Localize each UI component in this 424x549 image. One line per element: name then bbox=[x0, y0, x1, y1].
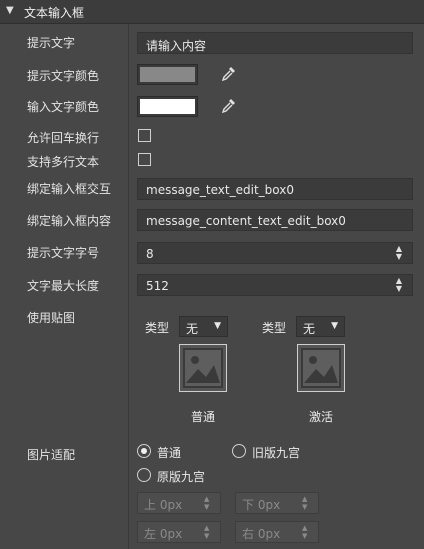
chevron-down-icon: ▼ bbox=[214, 321, 221, 331]
bind-interact-input[interactable]: message_text_edit_box0 bbox=[137, 178, 413, 200]
radio-original-nine[interactable] bbox=[137, 468, 151, 482]
texture-label: 使用贴图 bbox=[27, 311, 76, 325]
hint-color-fill bbox=[140, 67, 195, 82]
spinner-icon[interactable]: ▲ ▼ bbox=[394, 245, 404, 261]
padding-bottom-label: 下 bbox=[242, 498, 255, 512]
hint-color-swatch[interactable] bbox=[137, 64, 198, 85]
bind-content-label: 绑定输入框内容 bbox=[27, 214, 112, 228]
padding-top-input[interactable]: 上 0px ▲ ▼ bbox=[137, 492, 221, 514]
spinner-icon[interactable]: ▲ ▼ bbox=[302, 524, 307, 540]
radio-legacy-nine[interactable] bbox=[232, 444, 246, 458]
bind-interact-label: 绑定输入框交互 bbox=[27, 182, 112, 196]
chevron-down-icon: ▼ bbox=[331, 321, 338, 331]
active-image-slot[interactable] bbox=[297, 344, 345, 392]
normal-caption: 普通 bbox=[190, 410, 215, 424]
active-type-value: 无 bbox=[303, 322, 316, 336]
panel-title: 文本输入框 bbox=[24, 6, 85, 20]
eyedropper-icon[interactable] bbox=[219, 97, 237, 115]
input-color-fill bbox=[140, 99, 195, 114]
spinner-icon[interactable]: ▲ ▼ bbox=[394, 277, 404, 293]
padding-left-value: 0px bbox=[159, 527, 183, 541]
hint-text-label: 提示文字 bbox=[27, 36, 76, 50]
hint-text-input[interactable]: 请输入内容 bbox=[137, 32, 413, 54]
normal-type-select[interactable]: 无 ▼ bbox=[179, 316, 228, 337]
hint-color-label: 提示文字颜色 bbox=[27, 69, 100, 83]
padding-right-value: 0px bbox=[257, 527, 281, 541]
bind-content-input[interactable]: message_content_text_edit_box0 bbox=[137, 209, 413, 231]
max-length-input[interactable]: 512 bbox=[137, 274, 413, 296]
image-icon bbox=[301, 348, 341, 388]
padding-top-label: 上 bbox=[144, 498, 157, 512]
spinner-icon[interactable]: ▲ ▼ bbox=[204, 495, 209, 511]
allow-enter-label: 允许回车换行 bbox=[27, 131, 100, 145]
radio-normal-label[interactable]: 普通 bbox=[157, 444, 181, 461]
hint-font-size-label: 提示文字字号 bbox=[27, 246, 100, 260]
radio-original-nine-label[interactable]: 原版九宫 bbox=[157, 468, 205, 485]
active-caption: 激活 bbox=[308, 410, 333, 424]
radio-legacy-nine-label[interactable]: 旧版九宫 bbox=[252, 444, 300, 461]
multiline-label: 支持多行文本 bbox=[27, 155, 100, 169]
normal-type-label: 类型 bbox=[145, 321, 170, 335]
eyedropper-icon[interactable] bbox=[219, 65, 237, 83]
normal-image-slot[interactable] bbox=[179, 344, 227, 392]
radio-normal[interactable] bbox=[137, 444, 151, 458]
column-divider bbox=[128, 24, 129, 549]
padding-top-value: 0px bbox=[159, 498, 183, 512]
collapse-icon[interactable]: ▼ bbox=[6, 5, 14, 16]
multiline-checkbox[interactable] bbox=[138, 153, 151, 166]
hint-font-size-input[interactable]: 8 bbox=[137, 242, 413, 264]
allow-enter-checkbox[interactable] bbox=[138, 129, 151, 142]
image-icon bbox=[183, 348, 223, 388]
spinner-icon[interactable]: ▲ ▼ bbox=[302, 495, 307, 511]
normal-type-value: 无 bbox=[186, 322, 199, 336]
active-type-select[interactable]: 无 ▼ bbox=[296, 316, 345, 337]
padding-right-input[interactable]: 右 0px ▲ ▼ bbox=[235, 521, 319, 543]
panel-header[interactable]: ▼ 文本输入框 bbox=[0, 0, 424, 24]
padding-bottom-value: 0px bbox=[257, 498, 281, 512]
active-type-label: 类型 bbox=[262, 321, 287, 335]
input-color-swatch[interactable] bbox=[137, 96, 198, 117]
padding-left-input[interactable]: 左 0px ▲ ▼ bbox=[137, 521, 221, 543]
spinner-icon[interactable]: ▲ ▼ bbox=[204, 524, 209, 540]
max-length-label: 文字最大长度 bbox=[27, 279, 100, 293]
padding-right-label: 右 bbox=[242, 527, 255, 541]
padding-bottom-input[interactable]: 下 0px ▲ ▼ bbox=[235, 492, 319, 514]
input-color-label: 输入文字颜色 bbox=[27, 100, 100, 114]
image-fit-label: 图片适配 bbox=[27, 448, 76, 462]
padding-left-label: 左 bbox=[144, 527, 157, 541]
